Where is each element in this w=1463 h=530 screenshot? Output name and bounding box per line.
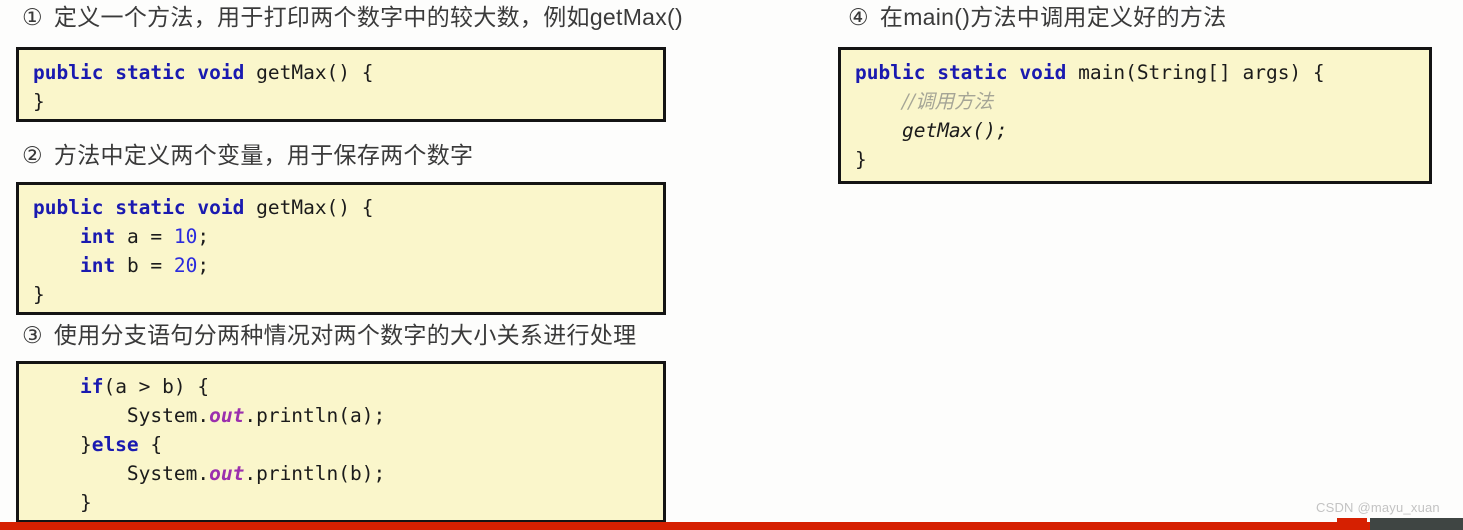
- code-line: System.out.println(b);: [33, 459, 651, 488]
- keyword-void: void: [197, 196, 245, 219]
- code-line: //调用方法: [855, 87, 1417, 116]
- step-text-1: 定义一个方法，用于打印两个数字中的较大数，例如getMax(): [53, 4, 683, 30]
- code-line: }: [33, 488, 651, 517]
- closing-brace: }: [33, 491, 92, 514]
- println-suffix: .println(b);: [244, 462, 386, 485]
- step-text-3: 使用分支语句分两种情况对两个数字的大小关系进行处理: [53, 322, 637, 348]
- keyword-static: static: [115, 61, 186, 84]
- println-suffix: .println(a);: [244, 404, 386, 427]
- literal-20: 20: [173, 254, 198, 277]
- code-line: getMax();: [855, 116, 1417, 145]
- code-block-3: if(a > b) { System.out.println(a); }else…: [16, 361, 666, 523]
- step-heading-4: ④ 在main()方法中调用定义好的方法: [848, 4, 1227, 30]
- code-line: public static void getMax() {: [33, 193, 651, 222]
- method-call-getmax: getMax();: [901, 119, 1008, 142]
- step-marker-1: ①: [22, 4, 43, 30]
- field-out: out: [209, 462, 245, 485]
- semicolon: ;: [197, 254, 210, 277]
- keyword-int: int: [79, 254, 116, 277]
- literal-10: 10: [173, 225, 198, 248]
- code-block-4: public static void main(String[] args) {…: [838, 47, 1432, 184]
- step-marker-4: ④: [848, 4, 869, 30]
- code-line: public static void main(String[] args) {: [855, 58, 1417, 87]
- step-heading-2: ② 方法中定义两个变量，用于保存两个数字: [22, 142, 473, 168]
- closing-brace: }: [855, 148, 867, 171]
- bottom-accent-segment-gray: [1370, 518, 1463, 530]
- code-line: }else {: [33, 430, 651, 459]
- code-block-1: public static void getMax() { }: [16, 47, 666, 122]
- code-line: int a = 10;: [33, 222, 651, 251]
- if-condition: (a > b) {: [103, 375, 210, 398]
- keyword-public: public: [33, 196, 104, 219]
- closing-brace: }: [33, 283, 45, 306]
- code-line: System.out.println(a);: [33, 401, 651, 430]
- bottom-accent-bar-red: [0, 522, 1463, 530]
- main-signature: main(String[] args) {: [1066, 61, 1325, 84]
- step-marker-2: ②: [22, 142, 43, 168]
- keyword-static: static: [115, 196, 186, 219]
- watermark: CSDN @mayu_xuan: [1316, 500, 1440, 515]
- keyword-public: public: [855, 61, 926, 84]
- right-column: ④ 在main()方法中调用定义好的方法 public static void …: [838, 0, 1438, 530]
- code-line: }: [33, 280, 651, 309]
- step-text-4: 在main()方法中调用定义好的方法: [879, 4, 1227, 30]
- println-prefix: System.: [126, 404, 210, 427]
- println-prefix: System.: [126, 462, 210, 485]
- closing-brace: }: [33, 90, 45, 113]
- code-comment: //调用方法: [901, 90, 994, 113]
- bottom-accent-segment-red: [1337, 518, 1367, 530]
- keyword-int: int: [79, 225, 116, 248]
- code-line: public static void getMax() {: [33, 58, 651, 87]
- keyword-public: public: [33, 61, 104, 84]
- code-line: int b = 20;: [33, 251, 651, 280]
- keyword-else: else: [91, 433, 139, 456]
- keyword-static: static: [937, 61, 1008, 84]
- else-prefix: }: [33, 433, 92, 456]
- code-line: }: [855, 145, 1417, 174]
- left-column: ① 定义一个方法，用于打印两个数字中的较大数，例如getMax() public…: [0, 0, 760, 530]
- step-marker-3: ③: [22, 322, 43, 348]
- keyword-void: void: [1019, 61, 1067, 84]
- step-heading-1: ① 定义一个方法，用于打印两个数字中的较大数，例如getMax(): [22, 4, 683, 30]
- step-heading-3: ③ 使用分支语句分两种情况对两个数字的大小关系进行处理: [22, 322, 636, 348]
- else-suffix: {: [138, 433, 163, 456]
- method-signature: getMax() {: [244, 61, 374, 84]
- field-out: out: [209, 404, 245, 427]
- step-text-2: 方法中定义两个变量，用于保存两个数字: [53, 142, 474, 168]
- keyword-if: if: [79, 375, 104, 398]
- semicolon: ;: [197, 225, 210, 248]
- code-line: }: [33, 87, 651, 116]
- keyword-void: void: [197, 61, 245, 84]
- code-block-2: public static void getMax() { int a = 10…: [16, 182, 666, 315]
- declaration-b: b =: [115, 254, 174, 277]
- code-line: if(a > b) {: [33, 372, 651, 401]
- declaration-a: a =: [115, 225, 174, 248]
- method-signature: getMax() {: [244, 196, 374, 219]
